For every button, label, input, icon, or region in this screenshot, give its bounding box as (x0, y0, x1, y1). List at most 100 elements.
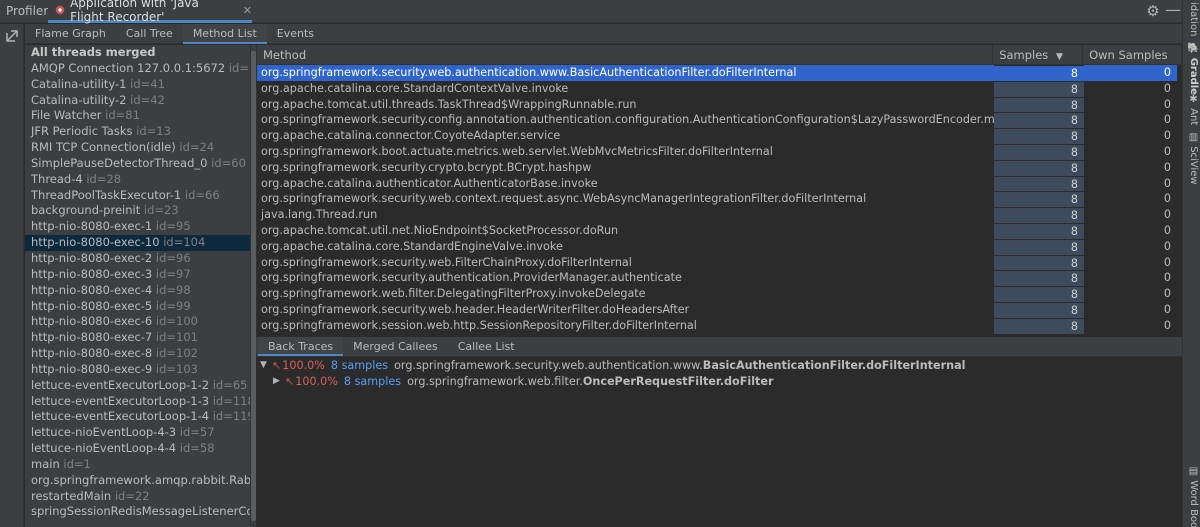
thread-item[interactable]: ThreadPoolTaskExecutor-1 id=66 (25, 188, 250, 204)
close-icon[interactable]: ✕ (243, 4, 252, 17)
samples-cell: 8 (994, 80, 1084, 97)
thread-item[interactable]: restartedMain id=22 (25, 489, 250, 505)
thread-item[interactable]: lettuce-nioEventLoop-4-4 id=58 (25, 441, 250, 457)
table-row[interactable]: org.springframework.session.web.http.Ses… (257, 317, 1182, 334)
table-row[interactable]: org.apache.catalina.authenticator.Authen… (257, 175, 1182, 192)
thread-name: restartedMain (31, 488, 112, 503)
thread-name: Catalina-utility-1 (31, 76, 127, 91)
ant-tool-button[interactable]: ✱ Ant (1185, 94, 1199, 125)
thread-name: org.springframework.amqp.rabbit.RabbitLi… (31, 472, 250, 487)
method-cell: org.springframework.security.web.FilterC… (261, 255, 632, 269)
thread-item[interactable]: http-nio-8080-exec-4 id=98 (25, 283, 250, 299)
table-row[interactable]: org.apache.tomcat.util.threads.TaskThrea… (257, 96, 1182, 113)
table-row[interactable]: org.springframework.security.authenticat… (257, 270, 1182, 287)
tab-flame-graph[interactable]: Flame Graph (25, 24, 116, 44)
thread-name: JFR Periodic Tasks (31, 124, 133, 139)
thread-name: http-nio-8080-exec-8 (31, 346, 153, 361)
collapse-arrow-icon[interactable]: ▼ (260, 360, 272, 370)
tab-events[interactable]: Events (267, 24, 324, 44)
tab-back-traces[interactable]: Back Traces (258, 337, 344, 356)
thread-item[interactable]: All threads merged (25, 45, 250, 61)
thread-item[interactable]: Catalina-utility-1 id=41 (25, 77, 250, 93)
thread-name: ThreadPoolTaskExecutor-1 (31, 187, 182, 202)
table-row[interactable]: java.lang.Thread.run 8 0 (257, 207, 1182, 223)
thread-item[interactable]: org.springframework.amqp.rabbit.RabbitLi… (25, 473, 250, 489)
thread-id: id=13 (136, 124, 171, 139)
thread-item[interactable]: main id=1 (25, 457, 250, 473)
view-tabs: Flame Graph Call Tree Method List Events (25, 24, 1182, 44)
minimize-icon[interactable]: — (1165, 2, 1181, 18)
table-row[interactable]: org.apache.catalina.core.StandardContext… (257, 80, 1182, 97)
expand-icon[interactable] (5, 29, 19, 43)
word-book-icon: ▤ (1188, 466, 1199, 481)
thread-item[interactable]: http-nio-8080-exec-9 id=103 (25, 362, 250, 378)
samples-cell: 8 (994, 317, 1084, 334)
tab-application-recording[interactable]: Application with 'Java Flight Recorder' … (48, 0, 252, 24)
table-row[interactable]: org.apache.catalina.connector.CoyoteAdap… (257, 128, 1182, 144)
thread-item[interactable]: background-preinit id=23 (25, 203, 250, 219)
thread-id: id=42 (130, 92, 165, 107)
table-row[interactable]: org.springframework.security.web.header.… (257, 301, 1182, 318)
thread-item[interactable]: http-nio-8080-exec-10 id=104 (25, 235, 250, 251)
thread-item[interactable]: RMI TCP Connection(idle) id=24 (25, 140, 250, 156)
thread-item[interactable]: http-nio-8080-exec-5 id=99 (25, 299, 250, 315)
thread-id: id=88 (228, 60, 250, 75)
thread-name: AMQP Connection 127.0.0.1:5672 (31, 60, 226, 75)
gradle-tool-button[interactable]: 🐘 Gradle (1185, 42, 1199, 95)
thread-item[interactable]: File Watcher id=81 (25, 108, 250, 124)
trace-node[interactable]: ▶ ↖ 100.0% 8 samples org.springframework… (256, 373, 1182, 389)
thread-item[interactable]: http-nio-8080-exec-1 id=95 (25, 219, 250, 235)
trace-percent: 100.0% (295, 374, 338, 388)
table-row[interactable]: org.apache.tomcat.util.net.NioEndpoint$S… (257, 222, 1182, 239)
table-row[interactable]: org.springframework.web.filter.Delegatin… (257, 286, 1182, 302)
thread-item[interactable]: Catalina-utility-2 id=42 (25, 93, 250, 109)
gear-icon[interactable]: ⚙ (1145, 3, 1161, 19)
thread-item[interactable]: http-nio-8080-exec-7 id=101 (25, 330, 250, 346)
thread-name: http-nio-8080-exec-2 (31, 250, 153, 265)
thread-name: http-nio-8080-exec-5 (31, 298, 153, 313)
samples-cell: 8 (994, 254, 1084, 271)
tab-call-tree[interactable]: Call Tree (116, 24, 183, 44)
thread-item[interactable]: Thread-4 id=28 (25, 172, 250, 188)
thread-item[interactable]: http-nio-8080-exec-6 id=100 (25, 314, 250, 330)
column-method[interactable]: Method (257, 45, 994, 64)
thread-item[interactable]: http-nio-8080-exec-8 id=102 (25, 346, 250, 362)
thread-item[interactable]: http-nio-8080-exec-2 id=96 (25, 251, 250, 267)
thread-item[interactable]: lettuce-eventExecutorLoop-1-2 id=65 (25, 378, 250, 394)
thread-item[interactable]: JFR Periodic Tasks id=13 (25, 124, 250, 140)
thread-item[interactable]: AMQP Connection 127.0.0.1:5672 id=88 (25, 61, 250, 77)
tool-window-fragment[interactable]: idation (1185, 2, 1199, 36)
samples-cell: 8 (994, 143, 1084, 160)
table-row[interactable]: org.springframework.security.web.authent… (257, 65, 1182, 81)
own-samples-cell: 0 (1163, 192, 1171, 206)
back-traces-tree: ▼ ↖ 100.0% 8 samples org.springframework… (256, 357, 1182, 527)
table-row[interactable]: org.apache.catalina.core.StandardEngineV… (257, 238, 1182, 255)
thread-name: lettuce-nioEventLoop-4-4 (31, 441, 177, 456)
tab-merged-callees[interactable]: Merged Callees (343, 337, 448, 356)
thread-item[interactable]: springSessionRedisMessageListenerContain… (25, 504, 250, 520)
samples-cell: 8 (994, 191, 1084, 208)
samples-cell: 8 (994, 159, 1084, 176)
thread-item[interactable]: lettuce-eventExecutorLoop-1-3 id=118 (25, 394, 250, 410)
column-own-samples[interactable]: Own Samples (1083, 45, 1182, 64)
column-samples[interactable]: Samples ▼ (993, 45, 1084, 64)
tab-callee-list[interactable]: Callee List (448, 337, 525, 356)
table-row[interactable]: org.springframework.security.crypto.bcry… (257, 159, 1182, 176)
word-book-tool-button[interactable]: ▤ Word Book (1185, 466, 1199, 527)
thread-item[interactable]: lettuce-nioEventLoop-4-3 id=57 (25, 425, 250, 441)
thread-item[interactable]: lettuce-eventExecutorLoop-1-4 id=119 (25, 409, 250, 425)
profiler-label: Profiler: (6, 4, 53, 18)
table-row[interactable]: org.springframework.security.web.context… (257, 191, 1182, 208)
table-row[interactable]: org.springframework.boot.actuate.metrics… (257, 143, 1182, 160)
thread-item[interactable]: SimplePauseDetectorThread_0 id=60 (25, 156, 250, 172)
table-row[interactable]: org.springframework.security.web.FilterC… (257, 254, 1182, 271)
thread-item[interactable]: http-nio-8080-exec-3 id=97 (25, 267, 250, 283)
samples-cell: 8 (994, 207, 1084, 223)
expand-arrow-icon[interactable]: ▶ (273, 376, 285, 386)
table-row[interactable]: org.springframework.security.config.anno… (257, 112, 1182, 129)
trace-node[interactable]: ▼ ↖ 100.0% 8 samples org.springframework… (256, 357, 1182, 373)
tab-method-list[interactable]: Method List (182, 24, 267, 44)
thread-id: id=118 (212, 393, 250, 408)
sciview-tool-button[interactable]: ▥ SciView (1185, 132, 1199, 185)
thread-name: http-nio-8080-exec-4 (31, 282, 153, 297)
